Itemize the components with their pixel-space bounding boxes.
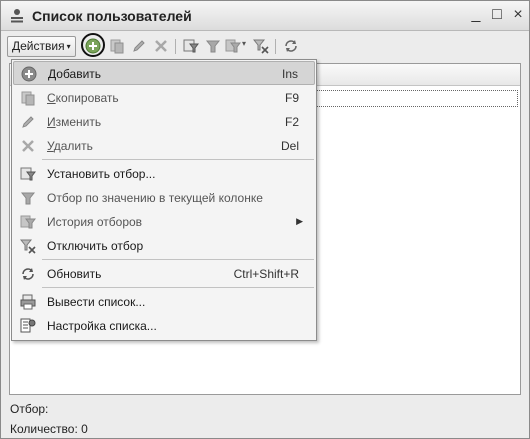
actions-dropdown-menu: Добавить Ins Скопировать F9 Изменить F2 … [11, 59, 317, 341]
menu-item-shortcut: Ctrl+Shift+R [233, 267, 299, 281]
filter-set-icon[interactable] [183, 38, 199, 54]
chevron-down-icon[interactable]: ▾ [242, 39, 246, 48]
filter-history-icon[interactable] [225, 38, 241, 54]
toolbar-separator [175, 39, 176, 54]
menu-item-shortcut: Ins [281, 67, 298, 81]
menu-item-label: Скопировать [47, 91, 119, 105]
title-bar[interactable]: Список пользователей _ □ × [1, 1, 529, 31]
refresh-icon [22, 268, 34, 280]
user-icon [11, 9, 23, 23]
menu-item-label: Установить отбор... [47, 167, 156, 181]
count-status: Количество: 0 [10, 422, 88, 436]
menu-item-refresh[interactable]: Обновить Ctrl+Shift+R [13, 262, 315, 286]
delete-icon[interactable] [153, 38, 169, 54]
window-title: Список пользователей [32, 8, 192, 24]
menu-item-filter-history[interactable]: История отборов ▶ [13, 210, 315, 234]
menu-item-set-filter[interactable]: Установить отбор... [13, 162, 315, 186]
menu-item-label: Отключить отбор [47, 239, 144, 253]
menu-item-label: История отборов [47, 215, 143, 229]
add-button-highlight [81, 33, 105, 57]
menu-item-label: Добавить [48, 67, 102, 81]
menu-item-label: Обновить [47, 267, 102, 281]
actions-menu-button[interactable]: Действия ▾ [7, 36, 76, 57]
menu-item-shortcut: F9 [284, 91, 299, 105]
menu-item-label: Настройка списка... [47, 319, 157, 333]
menu-separator [42, 287, 314, 288]
filter-by-value-icon[interactable] [205, 38, 221, 54]
print-list-icon [20, 294, 36, 310]
table-row[interactable] [310, 90, 518, 107]
menu-separator [42, 259, 314, 260]
menu-separator [42, 159, 314, 160]
menu-item-label: Вывести список... [47, 295, 146, 309]
menu-item-label: Изменить [47, 115, 102, 129]
refresh-icon[interactable] [283, 38, 299, 54]
chevron-down-icon: ▾ [66, 42, 71, 51]
filter-set-icon [20, 167, 36, 181]
pencil-icon[interactable] [131, 38, 147, 54]
user-list-window: Список пользователей _ □ × Действия ▾ ▾ … [0, 0, 530, 439]
copy-icon[interactable] [109, 38, 125, 54]
menu-item-edit[interactable]: Изменить F2 [13, 110, 315, 134]
chevron-right-icon: ▶ [296, 216, 303, 226]
toolbar-separator [275, 39, 276, 54]
menu-item-shortcut: Del [280, 139, 299, 153]
filter-by-value-icon [20, 192, 36, 205]
menu-item-disable-filter[interactable]: Отключить отбор [13, 234, 315, 258]
copy-icon [21, 91, 35, 106]
menu-item-add[interactable]: Добавить Ins [13, 61, 315, 85]
filter-off-icon [20, 239, 36, 254]
menu-item-label: Удалить [47, 139, 93, 153]
delete-icon [22, 140, 34, 152]
menu-item-filter-by-value[interactable]: Отбор по значению в текущей колонке [13, 186, 315, 210]
filter-off-icon[interactable] [253, 38, 269, 54]
list-settings-icon [20, 318, 36, 333]
menu-item-label: Отбор по значению в текущей колонке [47, 191, 263, 205]
menu-item-print-list[interactable]: Вывести список... [13, 290, 315, 314]
pencil-icon [22, 116, 34, 128]
minimize-button[interactable]: _ [467, 5, 485, 25]
menu-item-delete[interactable]: Удалить Del [13, 134, 315, 158]
menu-item-list-settings[interactable]: Настройка списка... [13, 314, 315, 338]
add-icon [21, 66, 37, 82]
close-button[interactable]: × [509, 5, 527, 25]
filter-history-icon [20, 215, 36, 229]
menu-item-shortcut: F2 [284, 115, 299, 129]
filter-status: Отбор: [10, 402, 49, 416]
maximize-button[interactable]: □ [488, 5, 506, 25]
menu-item-copy[interactable]: Скопировать F9 [13, 86, 315, 110]
actions-label: Действия [12, 39, 65, 53]
